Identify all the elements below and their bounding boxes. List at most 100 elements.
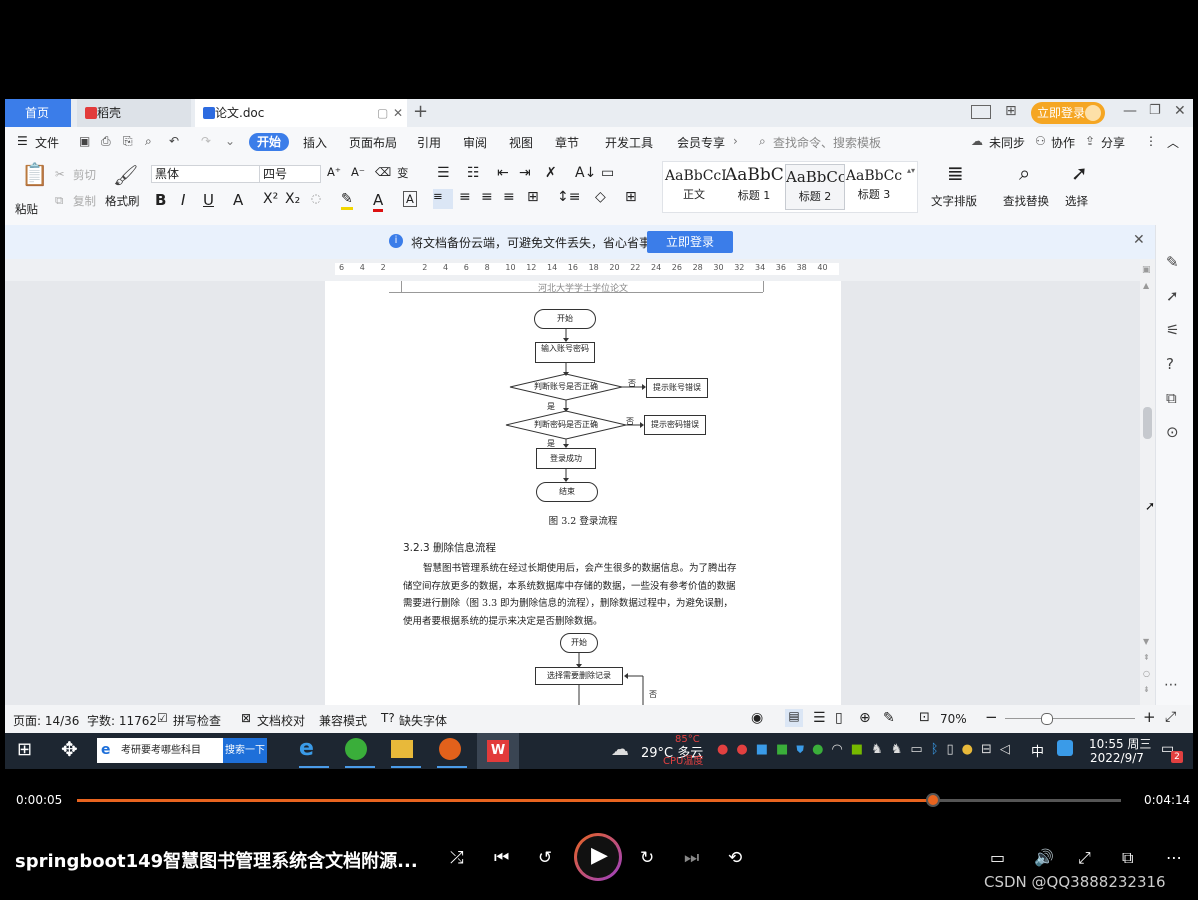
align-center-icon[interactable]: ≡ (459, 189, 471, 205)
layout-icon[interactable] (971, 105, 991, 119)
text-layout-button[interactable]: 文字排版 (931, 193, 977, 209)
fullscreen-icon[interactable]: ⤢ (1165, 709, 1176, 725)
tab-home[interactable]: 首页 (5, 99, 71, 127)
paste-icon[interactable]: 📋 (21, 163, 48, 188)
command-search[interactable]: 查找命令、搜索模板 (773, 134, 881, 151)
new-tab-icon[interactable]: + (413, 101, 428, 122)
loop-icon[interactable]: ⟲ (728, 848, 742, 868)
taskbar-search-input[interactable]: e 考研要考哪些科目 (97, 738, 223, 763)
zoom-slider-track[interactable] (1005, 718, 1135, 719)
progress-track[interactable] (77, 793, 1121, 807)
menu-scroll-right-icon[interactable]: › (733, 134, 738, 148)
shrink-font-icon[interactable]: A⁻ (351, 165, 365, 179)
edit-pen-icon[interactable]: ✎ (1166, 253, 1179, 271)
close-window-icon[interactable]: ✕ (1174, 103, 1186, 119)
subscript-icon[interactable]: X₂ (285, 191, 300, 207)
scroll-top-icon[interactable]: ▣ (1142, 265, 1151, 275)
volume-icon[interactable]: 🔊 (1034, 848, 1054, 867)
char-border-icon[interactable]: A (403, 191, 417, 207)
web-view-icon[interactable]: ⊕ (859, 710, 871, 726)
system-tray-icons[interactable]: ●●■■⛊●◠■♞♞▭ᛒ▯●⊟◁ (717, 742, 1018, 757)
forward-30-icon[interactable]: ↻ (640, 848, 654, 868)
shuffle-icon[interactable]: ⤮ (450, 848, 464, 868)
help-icon[interactable]: ? (1166, 355, 1174, 373)
tray-volume-icon[interactable]: ◁ (1000, 742, 1018, 757)
print-preview-icon[interactable]: ⌕ (145, 134, 152, 149)
grow-font-icon[interactable]: A⁺ (327, 165, 341, 179)
notice-close-icon[interactable]: ✕ (1133, 232, 1145, 248)
bold-icon[interactable]: B (155, 191, 166, 209)
progress-thumb[interactable] (926, 793, 941, 807)
sort-icon[interactable]: A↓ (575, 165, 596, 181)
underline-icon[interactable]: U (203, 191, 214, 209)
tray-app-icon[interactable]: ● (962, 742, 981, 757)
tab-daoke[interactable]: 稻壳 (77, 99, 191, 127)
redo-icon[interactable]: ↷ (201, 134, 211, 148)
compat-mode[interactable]: 兼容模式 (319, 712, 367, 729)
tray-bluetooth-icon[interactable]: ᛒ (931, 742, 947, 757)
vertical-scrollbar[interactable]: ▣ ▲ ▼ ⇞ ○ ⇟ (1140, 259, 1155, 705)
collapse-ribbon-icon[interactable]: ︿ (1167, 134, 1179, 151)
hamburger-icon[interactable]: ☰ (17, 134, 28, 148)
print-icon[interactable]: ⎘ (123, 134, 133, 149)
menu-insert[interactable]: 插入 (303, 134, 327, 151)
justify-icon[interactable]: ≡ (503, 189, 515, 205)
align-right-icon[interactable]: ≡ (481, 189, 493, 205)
more-icon[interactable]: ⌄ (225, 134, 235, 148)
tray-app-icon[interactable]: ● (717, 742, 736, 757)
save-icon[interactable]: ▣ (79, 134, 90, 148)
collab-button[interactable]: 协作 (1051, 134, 1075, 151)
shading-icon[interactable]: ◇ (595, 189, 606, 205)
menu-review[interactable]: 审阅 (463, 134, 487, 151)
read-view-icon[interactable]: ▯ (835, 710, 843, 726)
line-spacing-icon[interactable]: ↕≡ (557, 189, 580, 205)
windows-start-icon[interactable]: ⊞ (17, 739, 32, 760)
backup-icon[interactable]: ⧉ (1166, 389, 1177, 407)
share-button[interactable]: 分享 (1101, 134, 1125, 151)
undo-icon[interactable]: ↶ (169, 134, 179, 148)
word-count[interactable]: 字数: 11762 (87, 712, 157, 729)
page-indicator[interactable]: 页面: 14/36 (13, 712, 79, 729)
scroll-up-icon[interactable]: ▲ (1143, 281, 1149, 290)
tray-network-icon[interactable]: ⊟ (981, 742, 1000, 757)
menu-references[interactable]: 引用 (417, 134, 441, 151)
menu-file[interactable]: 文件 (35, 134, 59, 151)
browser-360-icon[interactable] (345, 738, 367, 760)
next-page-icon[interactable]: ⇟ (1143, 685, 1150, 694)
tab-restore-icon[interactable]: ▢ (377, 99, 388, 127)
clear-format-icon[interactable]: ⌫ (375, 165, 391, 179)
tab-close-icon[interactable]: ✕ (393, 99, 403, 127)
cursor-select-icon[interactable]: ➚ (1166, 287, 1179, 305)
phonetic-icon[interactable]: 变 (397, 165, 409, 181)
select-browse-icon[interactable]: ○ (1143, 669, 1150, 678)
document-page[interactable]: 河北大学学士学位论文 开始 输入账号密码 判断账号是否正确 否 提示账号错误 是… (325, 281, 841, 705)
paste-button[interactable]: 粘贴 (15, 201, 38, 217)
wps-taskbar-item[interactable]: W (477, 733, 519, 769)
styles-scroll-icon[interactable]: ▴▾ (907, 166, 915, 175)
font-name-select[interactable]: 黑体 (151, 165, 261, 183)
tray-qq-icon[interactable]: ♞ (891, 742, 911, 757)
strikethrough-icon[interactable]: A (233, 191, 243, 209)
taskbar-search-button[interactable]: 搜索一下 (223, 738, 267, 763)
select-button[interactable]: 选择 (1065, 193, 1088, 209)
clock-date[interactable]: 2022/9/7 (1090, 751, 1144, 765)
zoom-out-icon[interactable]: − (985, 708, 998, 726)
sync-status[interactable]: 未同步 (989, 134, 1025, 151)
tab-document[interactable]: 论文.doc ▢ ✕ (195, 99, 407, 127)
subtitles-icon[interactable]: ▭ (990, 848, 1005, 867)
ime-indicator[interactable]: 中 (1031, 741, 1044, 760)
media-app-icon[interactable] (439, 738, 461, 760)
previous-icon[interactable]: ⏮ (494, 848, 509, 868)
increase-indent-icon[interactable]: ⇥ (519, 165, 531, 181)
tray-nvidia-icon[interactable]: ■ (851, 742, 871, 757)
outline-view-icon[interactable]: ☰ (813, 710, 826, 726)
tray-qq-icon[interactable]: ♞ (871, 742, 891, 757)
highlight-icon[interactable]: ✎ (341, 191, 353, 210)
zoom-slider-thumb[interactable] (1041, 713, 1053, 725)
more-options-icon[interactable]: ⋮ (1145, 134, 1157, 148)
font-size-select[interactable]: 四号 (259, 165, 321, 183)
font-color-icon[interactable]: A (373, 191, 384, 212)
tray-app-icon[interactable]: ■ (756, 742, 776, 757)
missing-font[interactable]: 缺失字体 (399, 712, 447, 729)
scroll-down-icon[interactable]: ▼ (1143, 637, 1149, 646)
